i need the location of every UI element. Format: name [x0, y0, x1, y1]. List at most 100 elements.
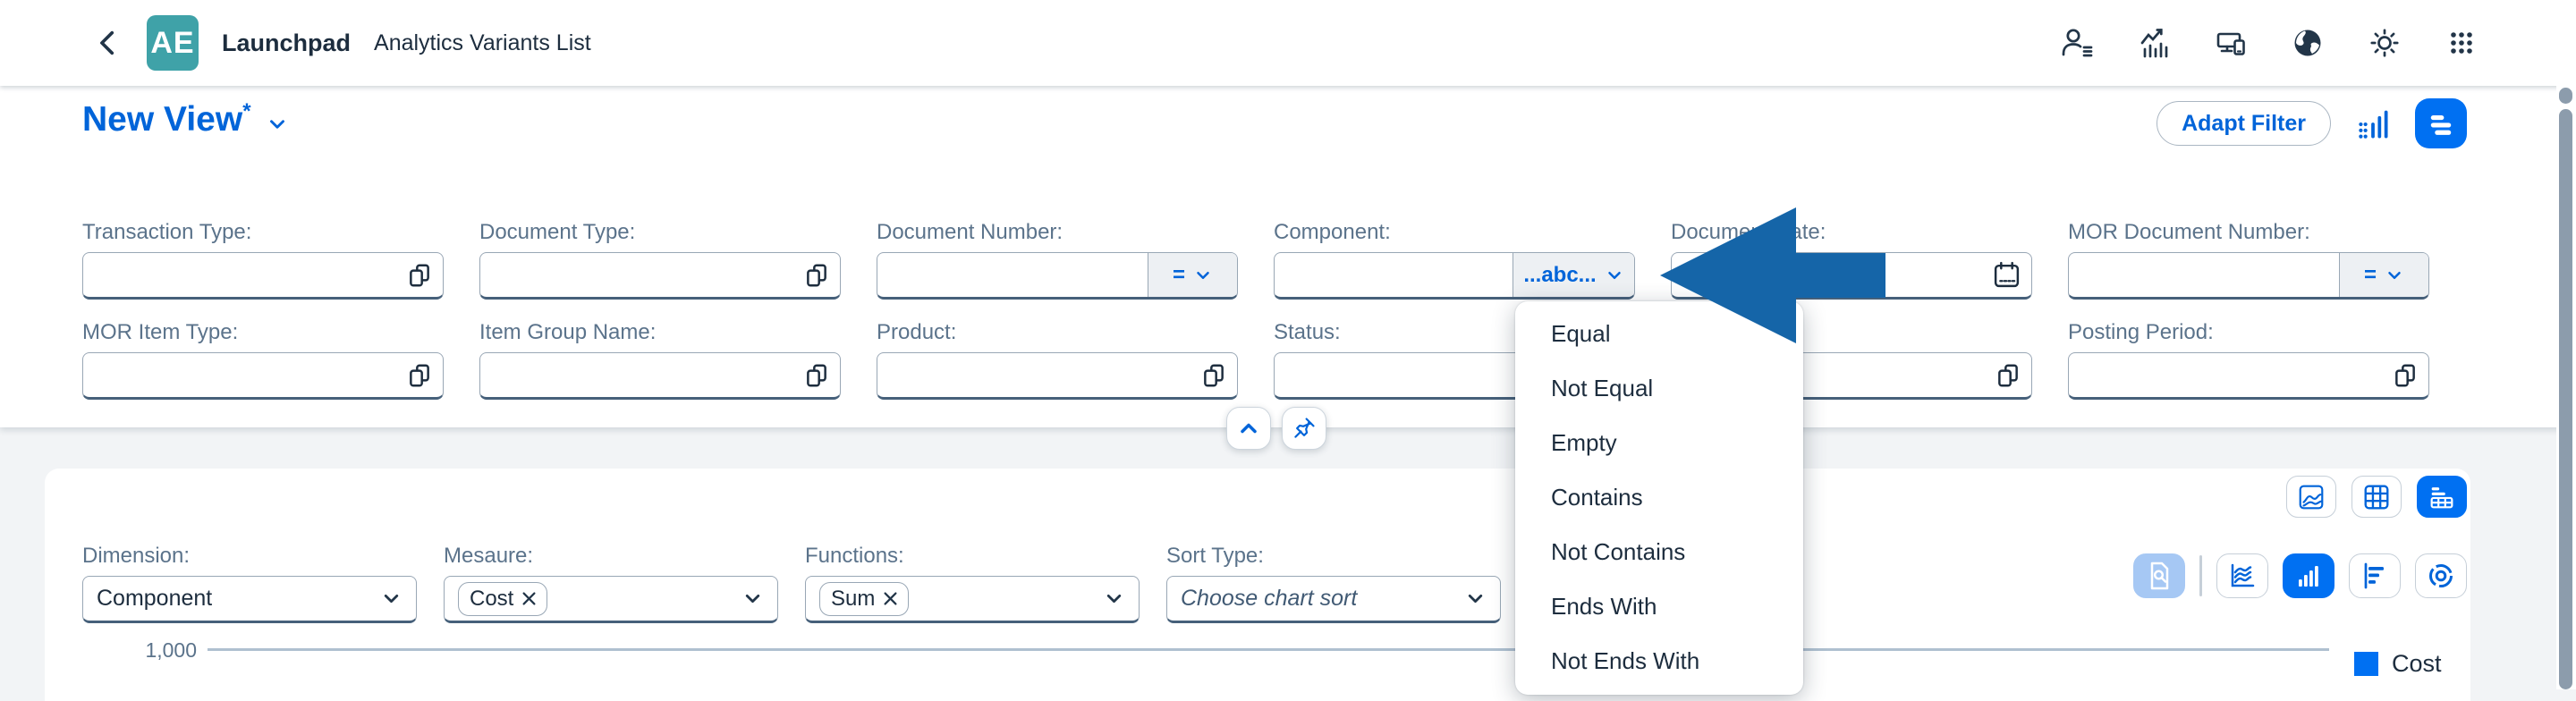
- filter-field-document-number: Document Number: =: [877, 220, 1238, 300]
- functions-label: Functions:: [805, 544, 1140, 570]
- value-help-icon[interactable]: [803, 362, 830, 389]
- operator-dropdown[interactable]: =: [1148, 253, 1237, 297]
- sort-type-select[interactable]: Choose chart sort: [1166, 576, 1501, 623]
- value-help-icon[interactable]: [1995, 362, 2021, 389]
- filter-label: Component:: [1274, 220, 1635, 246]
- document-number-input[interactable]: =: [877, 252, 1238, 300]
- brightness-icon[interactable]: [2367, 25, 2402, 61]
- filter-header-actions: Adapt Filter: [2157, 98, 2467, 148]
- globe-icon[interactable]: [2290, 25, 2326, 61]
- analytics-trend-icon[interactable]: [2136, 25, 2172, 61]
- pin-filter-button[interactable]: [1282, 407, 1326, 450]
- measure-multiselect[interactable]: Cost: [444, 576, 778, 623]
- y-axis-tick: 1,000: [98, 638, 197, 663]
- grid-table-icon: [2361, 482, 2392, 512]
- bar-chart-type-button[interactable]: [2349, 553, 2401, 598]
- filter-label: Transaction Type:: [82, 220, 444, 246]
- item-group-name-input[interactable]: [479, 352, 841, 400]
- chevron-down-icon: [1103, 587, 1125, 610]
- column-chart-type-button[interactable]: [2283, 553, 2334, 598]
- filter-label: Product:: [877, 320, 1238, 346]
- functions-multiselect[interactable]: Sum: [805, 576, 1140, 623]
- view-selector[interactable]: New View*: [82, 100, 289, 139]
- toolbar-divider: [2199, 555, 2202, 596]
- donut-chart-type-button[interactable]: [2415, 553, 2467, 598]
- filter-field-item-group-name: Item Group Name:: [479, 320, 841, 400]
- chart-table-icon: [2427, 482, 2457, 512]
- area-chart-frame-icon: [2296, 482, 2326, 512]
- app-launcher-grid-icon[interactable]: [2444, 25, 2479, 61]
- menu-item-not-ends-with[interactable]: Not Ends With: [1515, 634, 1803, 688]
- devices-icon[interactable]: [2213, 25, 2249, 61]
- app-logo: AE: [147, 15, 199, 71]
- table-view-button[interactable]: [2351, 476, 2402, 518]
- scrollbar-thumb[interactable]: [2559, 109, 2572, 689]
- menu-item-not-equal[interactable]: Not Equal: [1515, 361, 1803, 416]
- filter-field-component: Component: ...abc...: [1274, 220, 1635, 300]
- operator-dropdown-open[interactable]: ...abc...: [1513, 253, 1634, 297]
- sort-placeholder: Choose chart sort: [1181, 586, 1357, 612]
- menu-item-contains[interactable]: Contains: [1515, 470, 1803, 525]
- doc-search-button[interactable]: [2133, 553, 2185, 598]
- filter-field-document-type: Document Type:: [479, 220, 841, 300]
- view-toggles: [2286, 476, 2467, 518]
- sort-type-control: Sort Type: Choose chart sort: [1166, 544, 1501, 623]
- filter-field-product: Product:: [877, 320, 1238, 400]
- donut-chart-icon: [2425, 560, 2457, 592]
- menu-item-empty[interactable]: Empty: [1515, 416, 1803, 470]
- filter-label: MOR Item Type:: [82, 320, 444, 346]
- functions-control: Functions: Sum: [805, 544, 1140, 623]
- remove-token-icon[interactable]: [522, 592, 536, 605]
- remove-token-icon[interactable]: [884, 592, 897, 605]
- filter-bar-view-button[interactable]: [2415, 98, 2467, 148]
- measure-token: Cost: [458, 582, 547, 616]
- value-help-icon[interactable]: [803, 262, 830, 289]
- value-help-icon[interactable]: [406, 362, 433, 389]
- chart-table-view-button[interactable]: [2417, 476, 2467, 518]
- horizontal-bar-chart-icon: [2359, 560, 2391, 592]
- column-chart-icon: [2292, 560, 2325, 592]
- dimension-select[interactable]: Component: [82, 576, 417, 623]
- line-chart-type-button[interactable]: [2216, 553, 2268, 598]
- shell-header-left: AE Launchpad Analytics Variants List: [93, 15, 591, 71]
- calendar-icon[interactable]: [1992, 260, 2021, 290]
- back-icon[interactable]: [93, 28, 123, 58]
- legend-swatch-cost: [2354, 652, 2378, 676]
- scrollbar-thumb-top[interactable]: [2559, 88, 2572, 104]
- mor-item-type-input[interactable]: [82, 352, 444, 400]
- mor-document-number-input[interactable]: =: [2068, 252, 2429, 300]
- area-chart-view-button[interactable]: [2286, 476, 2336, 518]
- menu-item-ends-with[interactable]: Ends With: [1515, 579, 1803, 634]
- adapt-filter-button[interactable]: Adapt Filter: [2157, 101, 2331, 146]
- value-help-icon[interactable]: [2392, 362, 2419, 389]
- filter-label: Posting Period:: [2068, 320, 2429, 346]
- sort-type-label: Sort Type:: [1166, 544, 1501, 570]
- component-input[interactable]: ...abc...: [1274, 252, 1635, 300]
- dimension-control: Dimension: Component: [82, 544, 417, 623]
- filter-field-posting-period: Posting Period:: [2068, 320, 2429, 400]
- transaction-type-input[interactable]: [82, 252, 444, 300]
- menu-item-not-contains[interactable]: Not Contains: [1515, 525, 1803, 579]
- user-profile-icon[interactable]: [2059, 25, 2095, 61]
- posting-period-input[interactable]: [2068, 352, 2429, 400]
- chevron-down-icon: [380, 587, 402, 610]
- filter-bar: New View* Adapt Filter Transaction Type:…: [0, 86, 2576, 427]
- chart-bars-dots-icon[interactable]: [2352, 103, 2394, 144]
- shell-header-actions: [2059, 25, 2479, 61]
- operator-dropdown[interactable]: =: [2339, 253, 2428, 297]
- product-input[interactable]: [877, 352, 1238, 400]
- chevron-down-icon: [741, 587, 764, 610]
- chevron-down-icon[interactable]: [266, 113, 289, 136]
- operator-menu-popup: Equal Not Equal Empty Contains Not Conta…: [1515, 301, 1803, 695]
- shell-title: Launchpad: [222, 30, 351, 57]
- pin-icon: [1292, 416, 1317, 441]
- measure-label: Mesaure:: [444, 544, 778, 570]
- vertical-scrollbar[interactable]: [2556, 86, 2576, 689]
- filter-grid: Transaction Type: Document Type: Documen…: [82, 220, 2429, 400]
- collapse-filter-button[interactable]: [1226, 407, 1271, 450]
- document-type-input[interactable]: [479, 252, 841, 300]
- value-help-icon[interactable]: [406, 262, 433, 289]
- value-help-icon[interactable]: [1200, 362, 1227, 389]
- filter-label: Document Type:: [479, 220, 841, 246]
- filter-field-mor-item-type: MOR Item Type:: [82, 320, 444, 400]
